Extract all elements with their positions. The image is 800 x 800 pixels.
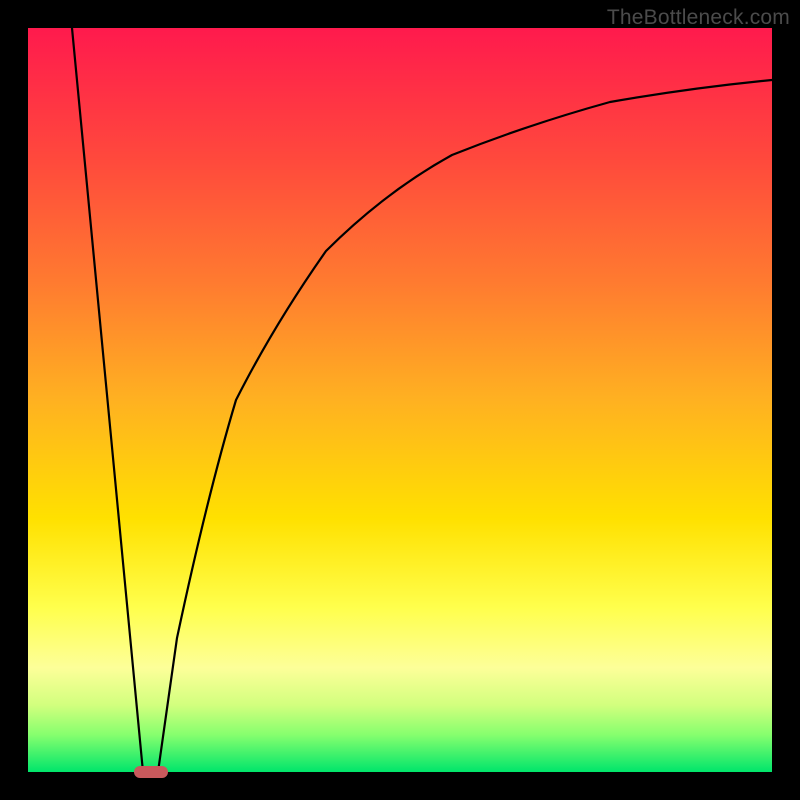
chart-container: TheBottleneck.com (0, 0, 800, 800)
curve-right-segment (158, 80, 772, 772)
attribution-text: TheBottleneck.com (607, 6, 790, 30)
plot-area (28, 28, 772, 772)
curve-left-segment (72, 28, 143, 772)
bottleneck-curve (28, 28, 772, 772)
optimal-marker (134, 766, 168, 778)
